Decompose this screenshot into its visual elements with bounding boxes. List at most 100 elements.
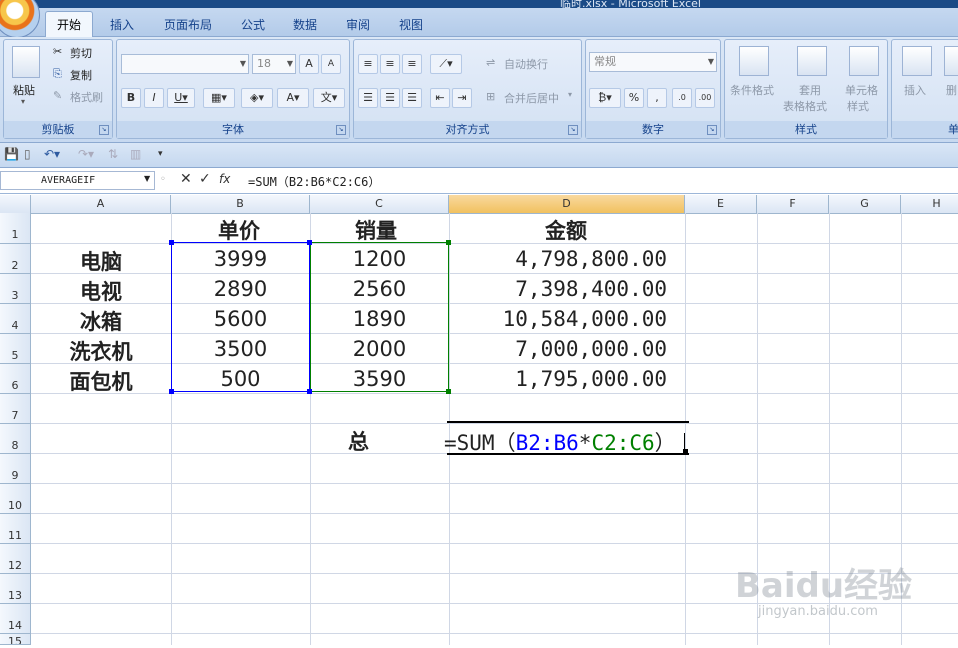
column-header-a[interactable]: A bbox=[31, 195, 171, 213]
format-painter-button[interactable]: 格式刷 bbox=[70, 89, 103, 105]
border-icon[interactable]: ▦▾ bbox=[203, 88, 235, 108]
delete-cells-button[interactable]: 删 bbox=[946, 82, 957, 98]
row-header-14[interactable]: 14 bbox=[0, 604, 31, 634]
cell-a2[interactable]: 电脑 bbox=[31, 246, 171, 276]
save-icon[interactable]: 💾 bbox=[4, 147, 19, 161]
align-middle-icon[interactable]: ≡ bbox=[380, 54, 400, 74]
row-header-2[interactable]: 2 bbox=[0, 244, 31, 274]
column-header-g[interactable]: G bbox=[829, 195, 901, 213]
tab-view[interactable]: 视图 bbox=[389, 14, 433, 36]
cell-c4[interactable]: 1890 bbox=[310, 307, 449, 331]
range-handle[interactable] bbox=[169, 240, 174, 245]
cell-c5[interactable]: 2000 bbox=[310, 337, 449, 361]
cell-styles-button-line1[interactable]: 单元格 bbox=[845, 82, 878, 98]
bold-icon[interactable]: B bbox=[121, 88, 141, 108]
cell-d2[interactable]: 4,798,800.00 bbox=[449, 247, 667, 271]
name-box-dropdown-icon[interactable]: ▼ bbox=[144, 174, 150, 183]
number-format-combo[interactable]: 常规 ▼ bbox=[589, 52, 717, 72]
tab-insert[interactable]: 插入 bbox=[100, 14, 144, 36]
align-left-icon[interactable]: ☰ bbox=[358, 88, 378, 108]
cell-b3[interactable]: 2890 bbox=[171, 277, 310, 301]
underline-icon[interactable]: U▾ bbox=[167, 88, 195, 108]
cell-c2[interactable]: 1200 bbox=[310, 247, 449, 271]
copy-button[interactable]: 复制 bbox=[70, 67, 92, 83]
format-as-table-button-line2[interactable]: 表格格式 bbox=[783, 98, 827, 114]
font-dialog-launcher-icon[interactable]: ↘ bbox=[336, 125, 346, 135]
align-bottom-icon[interactable]: ≡ bbox=[402, 54, 422, 74]
cell-d5[interactable]: 7,000,000.00 bbox=[449, 337, 667, 361]
align-center-icon[interactable]: ☰ bbox=[380, 88, 400, 108]
percent-icon[interactable]: % bbox=[624, 88, 644, 108]
fill-color-icon[interactable]: ◈▾ bbox=[241, 88, 273, 108]
tab-review[interactable]: 审阅 bbox=[336, 14, 380, 36]
cell-d4[interactable]: 10,584,000.00 bbox=[449, 307, 667, 331]
format-as-table-button-line1[interactable]: 套用 bbox=[799, 82, 821, 98]
row-header-3[interactable]: 3 bbox=[0, 274, 31, 304]
cell-b1[interactable]: 单价 bbox=[218, 215, 260, 245]
cell-b2[interactable]: 3999 bbox=[171, 247, 310, 271]
range-handle[interactable] bbox=[307, 240, 312, 245]
tab-formulas[interactable]: 公式 bbox=[231, 14, 275, 36]
cell-b4[interactable]: 5600 bbox=[171, 307, 310, 331]
row-header-8[interactable]: 8 bbox=[0, 424, 31, 454]
comma-style-icon[interactable]: , bbox=[647, 88, 667, 108]
row-header-6[interactable]: 6 bbox=[0, 364, 31, 394]
undo-icon[interactable]: ↶▾ bbox=[44, 147, 60, 161]
font-name-combo[interactable]: ▼ bbox=[121, 54, 249, 74]
align-right-icon[interactable]: ☰ bbox=[402, 88, 422, 108]
chart-icon[interactable]: ▥ bbox=[130, 147, 141, 161]
font-size-combo[interactable]: 18 ▼ bbox=[252, 54, 296, 74]
phonetic-icon[interactable]: 文▾ bbox=[313, 88, 345, 108]
tab-home[interactable]: 开始 bbox=[45, 11, 93, 38]
cell-d6[interactable]: 1,795,000.00 bbox=[449, 367, 667, 391]
conditional-format-button[interactable]: 条件格式 bbox=[730, 82, 774, 98]
formula-input[interactable]: =SUM（B2:B6*C2:C6） bbox=[248, 173, 380, 190]
cancel-icon[interactable]: ✕ bbox=[180, 171, 192, 187]
cell-a3[interactable]: 电视 bbox=[31, 276, 171, 306]
customize-qat-icon[interactable]: ▾ bbox=[158, 149, 163, 159]
new-icon[interactable]: ▯ bbox=[24, 147, 31, 161]
formula-bar-resize-icon[interactable]: ◦ bbox=[160, 174, 166, 185]
insert-cells-button[interactable]: 插入 bbox=[904, 82, 926, 98]
row-header-4[interactable]: 4 bbox=[0, 304, 31, 334]
column-header-c[interactable]: C bbox=[310, 195, 449, 213]
column-header-e[interactable]: E bbox=[685, 195, 757, 213]
cell-b6[interactable]: 500 bbox=[171, 367, 310, 391]
paste-button[interactable]: 粘贴 bbox=[13, 82, 35, 98]
row-header-5[interactable]: 5 bbox=[0, 334, 31, 364]
column-header-d[interactable]: D bbox=[449, 195, 685, 213]
cell-styles-button-line2[interactable]: 样式 bbox=[847, 98, 869, 114]
row-header-15[interactable]: 15 bbox=[0, 634, 31, 645]
wrap-text-button[interactable]: 自动换行 bbox=[504, 56, 548, 72]
number-dialog-launcher-icon[interactable]: ↘ bbox=[707, 125, 717, 135]
font-color-icon[interactable]: A▾ bbox=[277, 88, 309, 108]
name-box[interactable]: AVERAGEIF bbox=[0, 171, 155, 190]
row-header-11[interactable]: 11 bbox=[0, 514, 31, 544]
row-header-7[interactable]: 7 bbox=[0, 394, 31, 424]
cell-c1[interactable]: 销量 bbox=[355, 215, 397, 245]
row-header-9[interactable]: 9 bbox=[0, 454, 31, 484]
row-header-13[interactable]: 13 bbox=[0, 574, 31, 604]
select-all-corner[interactable] bbox=[0, 195, 31, 213]
insert-function-icon[interactable]: fx bbox=[219, 172, 230, 186]
decrease-decimal-icon[interactable]: .00 bbox=[695, 88, 715, 108]
orientation-icon[interactable]: ⟋▾ bbox=[430, 54, 462, 74]
row-header-10[interactable]: 10 bbox=[0, 484, 31, 514]
increase-indent-icon[interactable]: ⇥ bbox=[452, 88, 472, 108]
align-top-icon[interactable]: ≡ bbox=[358, 54, 378, 74]
redo-icon[interactable]: ↷▾ bbox=[78, 147, 94, 161]
cell-d3[interactable]: 7,398,400.00 bbox=[449, 277, 667, 301]
italic-icon[interactable]: I bbox=[144, 88, 164, 108]
cell-c3[interactable]: 2560 bbox=[310, 277, 449, 301]
cell-a6[interactable]: 面包机 bbox=[31, 366, 171, 396]
merge-center-button[interactable]: 合并后居中 bbox=[504, 90, 559, 106]
accounting-format-icon[interactable]: ₿▾ bbox=[589, 88, 621, 108]
shrink-font-icon[interactable]: A bbox=[321, 54, 341, 74]
cell-b5[interactable]: 3500 bbox=[171, 337, 310, 361]
cell-d1[interactable]: 金额 bbox=[545, 215, 587, 245]
alignment-dialog-launcher-icon[interactable]: ↘ bbox=[568, 125, 578, 135]
merge-dropdown-icon[interactable]: ▾ bbox=[568, 90, 572, 99]
decrease-indent-icon[interactable]: ⇤ bbox=[430, 88, 450, 108]
tab-page-layout[interactable]: 页面布局 bbox=[155, 14, 221, 36]
sort-icon[interactable]: ⇅ bbox=[108, 147, 118, 161]
